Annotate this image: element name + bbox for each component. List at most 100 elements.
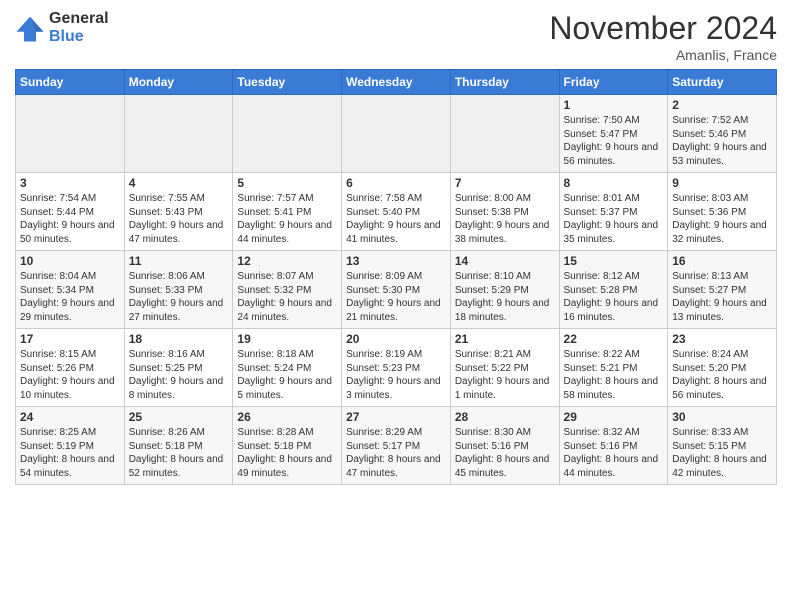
day-number: 4 — [129, 176, 229, 190]
logo-blue: Blue — [49, 28, 109, 46]
day-number: 23 — [672, 332, 772, 346]
calendar-cell: 7Sunrise: 8:00 AM Sunset: 5:38 PM Daylig… — [450, 173, 559, 251]
calendar-table: SundayMondayTuesdayWednesdayThursdayFrid… — [15, 69, 777, 485]
day-number: 25 — [129, 410, 229, 424]
day-number: 22 — [564, 332, 664, 346]
day-number: 28 — [455, 410, 555, 424]
day-header-sunday: Sunday — [16, 70, 125, 95]
day-detail: Sunrise: 8:33 AM Sunset: 5:15 PM Dayligh… — [672, 426, 772, 480]
calendar-cell: 20 Sunrise: 8:19 AM Sunset: 5:23 PM Dayli… — [342, 329, 451, 407]
day-header-friday: Friday — [559, 70, 668, 95]
day-number: 18 — [129, 332, 229, 346]
calendar-body: 1 Sunrise: 7:50 AM Sunset: 5:47 PM Daylig… — [16, 95, 777, 485]
day-detail: Sunrise: 8:24 AM Sunset: 5:20 PM Dayligh… — [672, 348, 772, 402]
day-detail: Sunrise: 7:52 AM Sunset: 5:46 PM Dayligh… — [672, 114, 772, 168]
calendar-header: SundayMondayTuesdayWednesdayThursdayFrid… — [16, 70, 777, 95]
calendar-cell: 13 Sunrise: 8:09 AM Sunset: 5:30 PM Dayli… — [342, 251, 451, 329]
day-detail: Sunrise: 7:54 AM Sunset: 5:44 PM Dayligh… — [20, 192, 120, 246]
day-number: 20 — [346, 332, 446, 346]
day-number: 3 — [20, 176, 120, 190]
day-header-saturday: Saturday — [668, 70, 777, 95]
day-number: 1 — [564, 98, 664, 112]
calendar-cell: 27 Sunrise: 8:29 AM Sunset: 5:17 PM Dayli… — [342, 407, 451, 485]
day-number: 10 — [20, 254, 120, 268]
day-number: 14 — [455, 254, 555, 268]
day-number: 2 — [672, 98, 772, 112]
calendar-cell: 6Sunrise: 7:58 AM Sunset: 5:40 PM Daylig… — [342, 173, 451, 251]
calendar-cell: 24 Sunrise: 8:25 AM Sunset: 5:19 PM Dayli… — [16, 407, 125, 485]
calendar-cell: 25 Sunrise: 8:26 AM Sunset: 5:18 PM Dayli… — [124, 407, 233, 485]
day-detail: Sunrise: 8:06 AM Sunset: 5:33 PM Dayligh… — [129, 270, 229, 324]
logo-general: General — [49, 10, 109, 28]
day-number: 12 — [237, 254, 337, 268]
day-number: 15 — [564, 254, 664, 268]
day-number: 9 — [672, 176, 772, 190]
day-detail: Sunrise: 8:12 AM Sunset: 5:28 PM Dayligh… — [564, 270, 664, 324]
calendar-cell: 9Sunrise: 8:03 AM Sunset: 5:36 PM Daylig… — [668, 173, 777, 251]
day-header-monday: Monday — [124, 70, 233, 95]
day-detail: Sunrise: 8:15 AM Sunset: 5:26 PM Dayligh… — [20, 348, 120, 402]
day-header-tuesday: Tuesday — [233, 70, 342, 95]
day-number: 13 — [346, 254, 446, 268]
location: Amanlis, France — [549, 47, 777, 63]
logo-text: General Blue — [49, 10, 109, 45]
day-detail: Sunrise: 8:13 AM Sunset: 5:27 PM Dayligh… — [672, 270, 772, 324]
day-detail: Sunrise: 8:21 AM Sunset: 5:22 PM Dayligh… — [455, 348, 555, 402]
day-number: 19 — [237, 332, 337, 346]
day-detail: Sunrise: 7:58 AM Sunset: 5:40 PM Dayligh… — [346, 192, 446, 246]
calendar-cell: 8 Sunrise: 8:01 AM Sunset: 5:37 PM Daylig… — [559, 173, 668, 251]
calendar-cell: 19 Sunrise: 8:18 AM Sunset: 5:24 PM Dayli… — [233, 329, 342, 407]
calendar-cell: 1 Sunrise: 7:50 AM Sunset: 5:47 PM Daylig… — [559, 95, 668, 173]
calendar-cell: 14 Sunrise: 8:10 AM Sunset: 5:29 PM Dayli… — [450, 251, 559, 329]
day-detail: Sunrise: 7:55 AM Sunset: 5:43 PM Dayligh… — [129, 192, 229, 246]
day-detail: Sunrise: 8:25 AM Sunset: 5:19 PM Dayligh… — [20, 426, 120, 480]
day-number: 29 — [564, 410, 664, 424]
calendar-cell: 29 Sunrise: 8:32 AM Sunset: 5:16 PM Dayli… — [559, 407, 668, 485]
day-detail: Sunrise: 8:32 AM Sunset: 5:16 PM Dayligh… — [564, 426, 664, 480]
calendar-cell: 4 Sunrise: 7:55 AM Sunset: 5:43 PM Daylig… — [124, 173, 233, 251]
day-detail: Sunrise: 8:07 AM Sunset: 5:32 PM Dayligh… — [237, 270, 337, 324]
day-detail: Sunrise: 8:29 AM Sunset: 5:17 PM Dayligh… — [346, 426, 446, 480]
calendar-cell: 26Sunrise: 8:28 AM Sunset: 5:18 PM Dayli… — [233, 407, 342, 485]
day-detail: Sunrise: 8:19 AM Sunset: 5:23 PM Dayligh… — [346, 348, 446, 402]
day-number: 17 — [20, 332, 120, 346]
day-number: 27 — [346, 410, 446, 424]
header: General Blue November 2024 Amanlis, Fran… — [15, 10, 777, 63]
calendar-cell — [16, 95, 125, 173]
calendar-cell: 11Sunrise: 8:06 AM Sunset: 5:33 PM Dayli… — [124, 251, 233, 329]
day-number: 8 — [564, 176, 664, 190]
day-detail: Sunrise: 8:28 AM Sunset: 5:18 PM Dayligh… — [237, 426, 337, 480]
calendar-cell — [124, 95, 233, 173]
day-detail: Sunrise: 7:50 AM Sunset: 5:47 PM Dayligh… — [564, 114, 664, 168]
day-header-wednesday: Wednesday — [342, 70, 451, 95]
day-detail: Sunrise: 8:22 AM Sunset: 5:21 PM Dayligh… — [564, 348, 664, 402]
calendar-cell: 28 Sunrise: 8:30 AM Sunset: 5:16 PM Dayli… — [450, 407, 559, 485]
calendar-cell: 18Sunrise: 8:16 AM Sunset: 5:25 PM Dayli… — [124, 329, 233, 407]
day-detail: Sunrise: 8:04 AM Sunset: 5:34 PM Dayligh… — [20, 270, 120, 324]
calendar-cell: 16Sunrise: 8:13 AM Sunset: 5:27 PM Dayli… — [668, 251, 777, 329]
day-detail: Sunrise: 8:30 AM Sunset: 5:16 PM Dayligh… — [455, 426, 555, 480]
week-row-1: 3 Sunrise: 7:54 AM Sunset: 5:44 PM Daylig… — [16, 173, 777, 251]
calendar-cell: 3 Sunrise: 7:54 AM Sunset: 5:44 PM Daylig… — [16, 173, 125, 251]
week-row-2: 10 Sunrise: 8:04 AM Sunset: 5:34 PM Dayli… — [16, 251, 777, 329]
calendar-cell: 22 Sunrise: 8:22 AM Sunset: 5:21 PM Dayli… — [559, 329, 668, 407]
month-title: November 2024 — [549, 10, 777, 47]
day-detail: Sunrise: 8:10 AM Sunset: 5:29 PM Dayligh… — [455, 270, 555, 324]
page-container: General Blue November 2024 Amanlis, Fran… — [0, 0, 792, 495]
week-row-3: 17 Sunrise: 8:15 AM Sunset: 5:26 PM Dayli… — [16, 329, 777, 407]
calendar-cell: 17 Sunrise: 8:15 AM Sunset: 5:26 PM Dayli… — [16, 329, 125, 407]
day-header-thursday: Thursday — [450, 70, 559, 95]
calendar-cell: 21Sunrise: 8:21 AM Sunset: 5:22 PM Dayli… — [450, 329, 559, 407]
day-detail: Sunrise: 8:18 AM Sunset: 5:24 PM Dayligh… — [237, 348, 337, 402]
day-number: 7 — [455, 176, 555, 190]
day-detail: Sunrise: 8:26 AM Sunset: 5:18 PM Dayligh… — [129, 426, 229, 480]
day-number: 30 — [672, 410, 772, 424]
logo: General Blue — [15, 10, 109, 45]
day-detail: Sunrise: 8:01 AM Sunset: 5:37 PM Dayligh… — [564, 192, 664, 246]
title-block: November 2024 Amanlis, France — [549, 10, 777, 63]
calendar-cell: 15 Sunrise: 8:12 AM Sunset: 5:28 PM Dayli… — [559, 251, 668, 329]
calendar-cell: 10 Sunrise: 8:04 AM Sunset: 5:34 PM Dayli… — [16, 251, 125, 329]
day-detail: Sunrise: 8:09 AM Sunset: 5:30 PM Dayligh… — [346, 270, 446, 324]
calendar-cell — [450, 95, 559, 173]
day-number: 24 — [20, 410, 120, 424]
